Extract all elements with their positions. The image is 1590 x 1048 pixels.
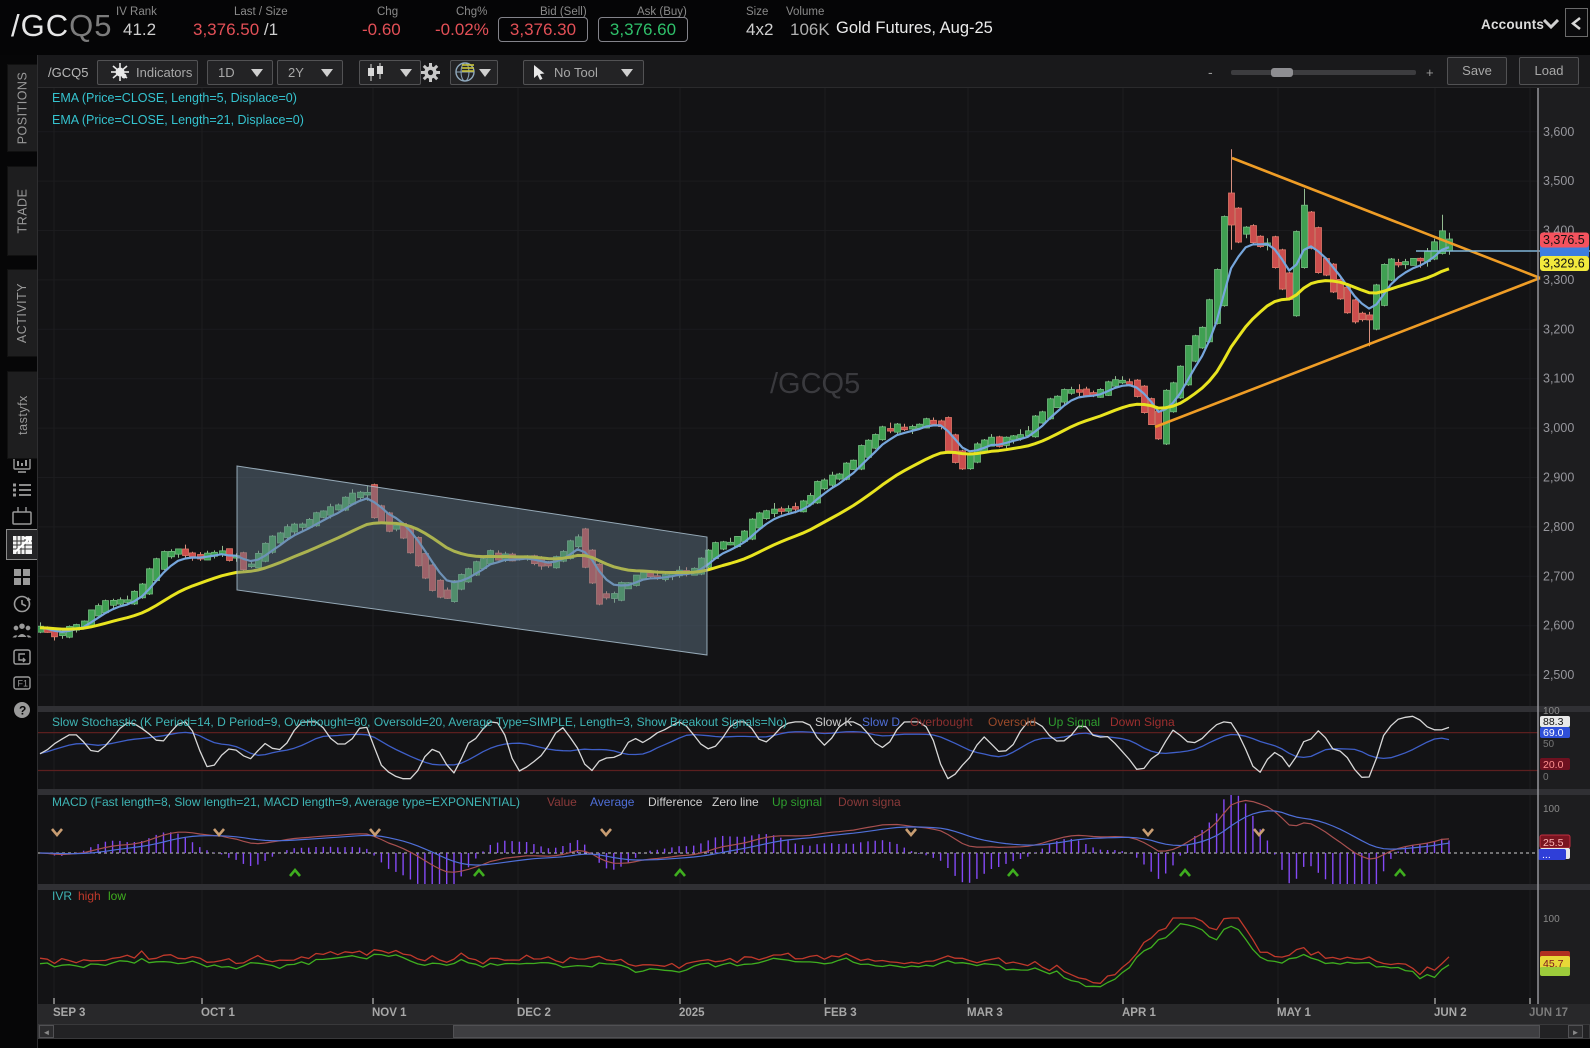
svg-text:3,200: 3,200: [1543, 322, 1574, 336]
svg-text:Up signal: Up signal: [772, 795, 822, 809]
svg-text:Down signa: Down signa: [838, 795, 901, 809]
svg-text:100: 100: [1543, 804, 1560, 815]
svg-text:3,500: 3,500: [1543, 174, 1574, 188]
svg-text:Slow K: Slow K: [815, 715, 852, 729]
svg-text:EMA (Price=CLOSE, Length=5, Di: EMA (Price=CLOSE, Length=5, Displace=0): [52, 91, 297, 105]
svg-text:high: high: [78, 889, 101, 903]
svg-text:Oversold: Oversold: [988, 715, 1036, 729]
svg-text:25.5: 25.5: [1543, 837, 1564, 849]
svg-text:Slow Stochastic (K Period=14,: Slow Stochastic (K Period=14, D Period=9…: [52, 715, 787, 729]
svg-text:Difference: Difference: [648, 795, 703, 809]
svg-text:/GCQ5: /GCQ5: [770, 368, 860, 400]
svg-text:Zero line: Zero line: [712, 795, 759, 809]
svg-text:3,329.6: 3,329.6: [1543, 257, 1585, 271]
svg-text:2,900: 2,900: [1543, 471, 1574, 485]
svg-text:Down Signa: Down Signa: [1110, 715, 1175, 729]
svg-text:3,376.5: 3,376.5: [1543, 233, 1585, 247]
svg-text:Overbought: Overbought: [910, 715, 973, 729]
svg-text:?: ?: [19, 704, 26, 718]
svg-text:100: 100: [1543, 914, 1560, 925]
svg-text:EMA (Price=CLOSE, Length=21, D: EMA (Price=CLOSE, Length=21, Displace=0): [52, 113, 304, 127]
svg-text:Value: Value: [547, 795, 577, 809]
svg-text:2,500: 2,500: [1543, 668, 1574, 682]
svg-text:2,600: 2,600: [1543, 619, 1574, 633]
svg-text:3,300: 3,300: [1543, 273, 1574, 287]
svg-text:20.0: 20.0: [1543, 759, 1564, 771]
svg-text:Slow D: Slow D: [862, 715, 900, 729]
svg-text:3,100: 3,100: [1543, 372, 1574, 386]
svg-text:3,000: 3,000: [1543, 421, 1574, 435]
svg-text:IVR: IVR: [52, 889, 72, 903]
svg-text:low: low: [108, 889, 126, 903]
svg-text:MACD (Fast length=8, Slow leng: MACD (Fast length=8, Slow length=21, MAC…: [52, 795, 520, 809]
svg-text:2,700: 2,700: [1543, 569, 1574, 583]
svg-text:F1: F1: [18, 679, 29, 689]
svg-text:0: 0: [1543, 772, 1549, 783]
svg-text:69.0: 69.0: [1543, 727, 1564, 739]
svg-text:...: ...: [1542, 849, 1551, 861]
svg-text:50: 50: [1543, 739, 1555, 750]
svg-text:2,800: 2,800: [1543, 520, 1574, 534]
svg-text:3,600: 3,600: [1543, 125, 1574, 139]
svg-text:Up Signal: Up Signal: [1048, 715, 1100, 729]
svg-text:Average: Average: [590, 795, 635, 809]
